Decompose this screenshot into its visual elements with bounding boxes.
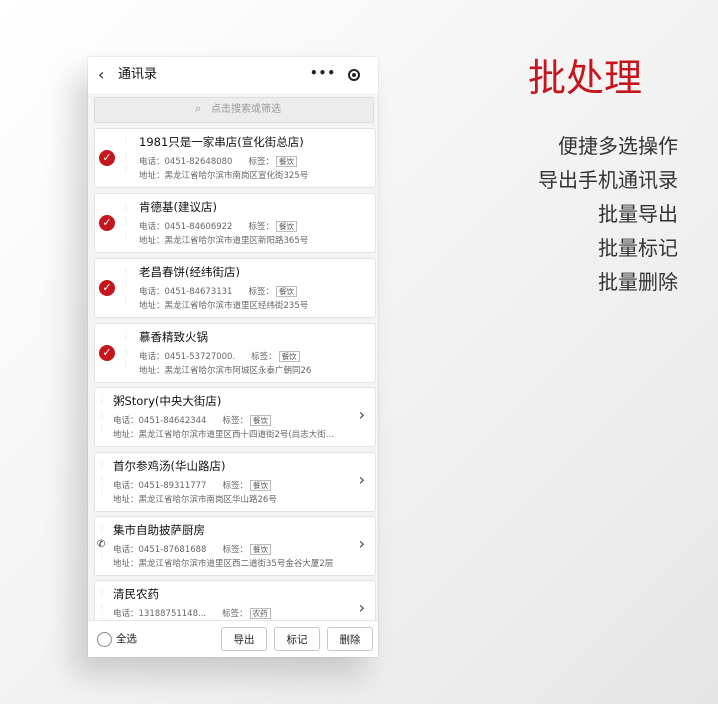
promo-feature: 批量删除 — [598, 270, 678, 294]
contact-card[interactable]: ⋮ ⋮ ⋮ 首尔参鸡汤(华山路店) 电话：0451-89311777 标签： 餐饮 地址… — [94, 452, 376, 512]
search-bar[interactable]: ⌕ 点击搜索或筛选 — [94, 97, 374, 123]
contact-phone-row: 电话：13188751148... 标签： 农药 — [113, 608, 271, 620]
contact-card[interactable]: ✓ ⋮ ⋮ ⋮ 慕香精致火锅 电话：0451-53727000. 标签： 餐饮 地址：黑… — [94, 323, 376, 383]
side-strip: ⋮⋮⋮ — [122, 267, 130, 304]
delete-button[interactable]: 删除 — [327, 627, 373, 651]
tag-badge: 餐饮 — [275, 286, 297, 297]
tag-badge: 餐饮 — [275, 221, 297, 232]
tag-badge: 餐饮 — [278, 351, 300, 362]
contact-address: 地址：黑龙江省哈尔滨市道里区西二道街35号金谷大厦2层 — [113, 559, 334, 569]
tag-label: 标签： — [222, 545, 248, 555]
contact-phone-row: 电话：0451-53727000. 标签： 餐饮 — [139, 351, 300, 363]
bottom-action-bar: 全选 导出 标记 删除 — [88, 620, 378, 657]
more-icon[interactable]: ••• — [310, 66, 336, 80]
promo-feature: 便捷多选操作 — [558, 134, 678, 158]
contact-card[interactable]: ✓ ⋮ ⋮ ⋮ 肯德基(建议店) 电话：0451-84606922 标签： 餐饮 地址：… — [94, 193, 376, 253]
search-icon: ⌕ — [195, 102, 202, 115]
tag-badge: 餐饮 — [249, 480, 271, 491]
contact-phone: 电话：0451-89311777 — [113, 481, 207, 491]
contact-name: 集市自助披萨厨房 — [113, 523, 205, 537]
tag-label: 标签： — [248, 157, 274, 167]
tag-badge: 农药 — [249, 608, 271, 619]
tag-label: 标签： — [248, 222, 274, 232]
contact-address: 地址：黑龙江省哈尔滨市南岗区华山路26号 — [113, 495, 277, 505]
contact-name: 首尔参鸡汤(华山路店) — [113, 459, 226, 473]
contact-phone-row: 电话：0451-84642344 标签： 餐饮 — [113, 415, 271, 427]
tag-badge: 餐饮 — [275, 156, 297, 167]
miniprogram-capsule: ••• — [298, 64, 368, 86]
phone-screen: ‹ 通讯录 ••• ⌕ 点击搜索或筛选 ✓ ⋮ ⋮ ⋮ 1981只是一家串店(宣化街… — [88, 57, 378, 657]
contact-phone: 电话：0451-87681688 — [113, 545, 207, 555]
contact-address: 地址：黑龙江省哈尔滨市道里区新阳路365号 — [139, 236, 309, 246]
tag-label: 标签： — [222, 416, 248, 426]
phone-icon[interactable]: ✆ — [97, 539, 105, 551]
search-placeholder: 点击搜索或筛选 — [211, 104, 281, 115]
tag-label: 标签： — [222, 609, 248, 619]
contact-name: 慕香精致火锅 — [139, 330, 208, 344]
tag-label: 标签： — [222, 481, 248, 491]
contact-name: 粥Story(中央大街店) — [113, 394, 222, 408]
contact-card[interactable]: ⋮ ⋮ ⋮ 粥Story(中央大街店) 电话：0451-84642344 标签： 餐饮 … — [94, 387, 376, 447]
export-button[interactable]: 导出 — [221, 627, 267, 651]
contact-name: 1981只是一家串店(宣化街总店) — [139, 135, 304, 149]
page-title: 通讯录 — [118, 67, 158, 82]
side-strip: ⋮⋮⋮ — [122, 137, 130, 174]
check-icon[interactable]: ✓ — [99, 345, 115, 361]
tag-badge: 餐饮 — [249, 544, 271, 555]
tag-label: 标签： — [248, 287, 274, 297]
contact-phone-row: 电话：0451-89311777 标签： 餐饮 — [113, 480, 271, 492]
contact-card[interactable]: ✓ ⋮ ⋮ ⋮ 1981只是一家串店(宣化街总店) 电话：0451-82648080… — [94, 128, 376, 188]
check-icon[interactable]: ✓ — [99, 150, 115, 166]
chevron-right-icon[interactable]: › — [359, 471, 365, 489]
contact-phone-row: 电话：0451-82648080 标签： 餐饮 — [139, 156, 297, 168]
contact-name: 肯德基(建议店) — [139, 200, 217, 214]
top-bar: ‹ 通讯录 ••• — [88, 57, 378, 93]
contact-phone: 电话：0451-53727000. — [139, 352, 236, 362]
contact-phone: 电话：0451-82648080 — [139, 157, 233, 167]
check-icon[interactable]: ✓ — [99, 280, 115, 296]
back-icon[interactable]: ‹ — [98, 66, 104, 84]
contact-address: 地址：黑龙江省哈尔滨市道里区西十四道街2号(尚志大街… — [113, 430, 335, 440]
chevron-right-icon[interactable]: › — [359, 406, 365, 424]
contact-phone-row: 电话：0451-84673131 标签： 餐饮 — [139, 286, 297, 298]
contact-phone-row: 电话：0451-84606922 标签： 餐饮 — [139, 221, 297, 233]
check-icon[interactable]: ✓ — [99, 215, 115, 231]
tag-badge: 餐饮 — [249, 415, 271, 426]
contact-phone-row: 电话：0451-87681688 标签： 餐饮 — [113, 544, 271, 556]
contact-phone: 电话：0451-84606922 — [139, 222, 233, 232]
select-all-label[interactable]: 全选 — [116, 632, 137, 646]
mark-button[interactable]: 标记 — [274, 627, 320, 651]
contact-name: 老昌春饼(经纬街店) — [139, 265, 240, 279]
select-all-radio[interactable] — [97, 632, 112, 647]
promo-feature: 批量标记 — [598, 236, 678, 260]
contact-phone: 电话：13188751148... — [113, 609, 207, 619]
close-target-icon[interactable] — [348, 69, 360, 81]
promo-feature: 批量导出 — [598, 202, 678, 226]
tag-label: 标签： — [251, 352, 277, 362]
chevron-right-icon[interactable]: › — [359, 599, 365, 617]
contact-phone: 电话：0451-84642344 — [113, 416, 207, 426]
contact-address: 地址：黑龙江省哈尔滨市道里区经纬街235号 — [139, 301, 309, 311]
promo-feature: 导出手机通讯录 — [538, 168, 678, 192]
side-strip: ⋮⋮⋮ — [98, 461, 106, 498]
promo-headline: 批处理 — [528, 56, 643, 100]
contact-name: 清民农药 — [113, 587, 159, 601]
side-strip: ⋮⋮⋮ — [98, 396, 106, 433]
contact-address: 地址：黑龙江省哈尔滨市阿城区永泰广朝同26 — [139, 366, 312, 376]
contact-phone: 电话：0451-84673131 — [139, 287, 233, 297]
contact-address: 地址：黑龙江省哈尔滨市南岗区宣化街325号 — [139, 171, 309, 181]
chevron-right-icon[interactable]: › — [359, 535, 365, 553]
side-strip: ⋮⋮⋮ — [122, 202, 130, 239]
contact-card[interactable]: ⋮ ⋮ ✆ 集市自助披萨厨房 电话：0451-87681688 标签： 餐饮 地址：黑… — [94, 516, 376, 576]
contact-card[interactable]: ✓ ⋮ ⋮ ⋮ 老昌春饼(经纬街店) 电话：0451-84673131 标签： 餐饮 地… — [94, 258, 376, 318]
side-strip: ⋮⋮⋮ — [122, 332, 130, 369]
